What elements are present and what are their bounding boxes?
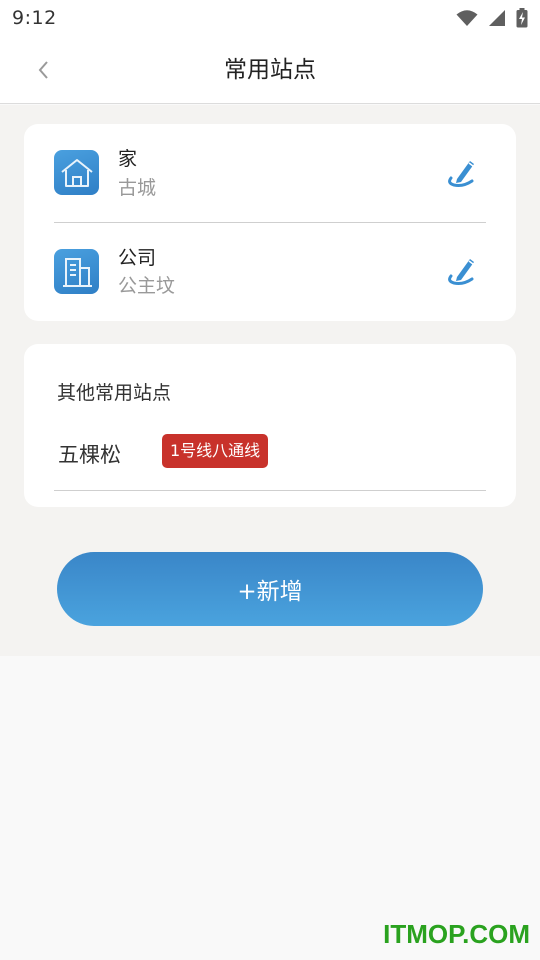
other-stations-card: 其他常用站点 五棵松 1号线八通线 <box>24 344 516 507</box>
edit-home-button[interactable] <box>444 156 480 190</box>
section-title: 其他常用站点 <box>57 382 172 404</box>
status-icons <box>456 8 528 28</box>
divider <box>54 490 486 491</box>
add-station-button[interactable]: +新增 <box>57 552 483 626</box>
line-badge: 1号线八通线 <box>162 434 269 468</box>
status-bar: 9:12 <box>0 0 540 36</box>
edit-pen-icon <box>448 161 474 187</box>
favorite-stations-card: 家 古城 公司 公主坟 <box>24 124 516 321</box>
cellular-signal-icon <box>489 10 505 26</box>
edit-company-button[interactable] <box>444 254 480 288</box>
wifi-icon <box>456 10 478 26</box>
station-name: 五棵松 <box>58 443 121 467</box>
home-icon <box>54 150 99 195</box>
edit-pen-icon <box>448 259 474 285</box>
favorite-station: 公主坟 <box>118 275 176 297</box>
favorite-item-company[interactable]: 公司 公主坟 <box>24 222 516 320</box>
building-icon <box>54 249 99 294</box>
favorite-label: 公司 <box>118 247 157 269</box>
favorite-station: 古城 <box>118 177 157 199</box>
watermark-logo: ITMOP.COM <box>383 919 530 949</box>
nav-bar: 常用站点 <box>0 36 540 104</box>
page-title: 常用站点 <box>224 57 316 83</box>
favorite-label: 家 <box>118 148 138 170</box>
other-station-item[interactable]: 五棵松 1号线八通线 <box>24 432 516 472</box>
battery-charging-icon <box>516 8 528 28</box>
favorite-item-home[interactable]: 家 古城 <box>24 124 516 222</box>
status-time: 9:12 <box>12 7 57 29</box>
content-area: 家 古城 公司 公主坟 其他常用站点 五棵松 1号线八通线 +新增 <box>0 105 540 656</box>
